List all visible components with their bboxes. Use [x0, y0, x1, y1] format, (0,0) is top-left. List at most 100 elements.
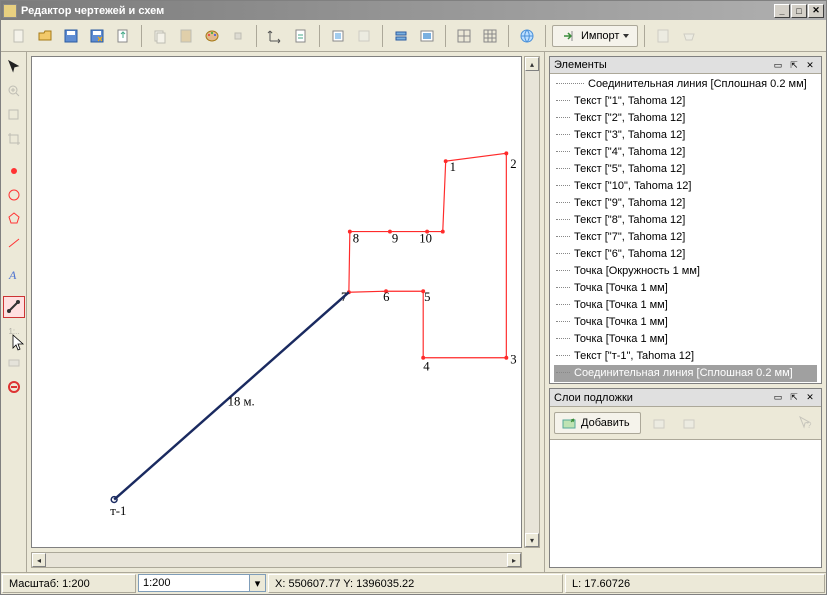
layers-doc-icon[interactable] — [289, 24, 313, 48]
tree-indent — [556, 236, 570, 237]
tree-row-label: Соединительная линия [Сплошная 0.2 мм] — [574, 366, 793, 381]
node-label-2: 2 — [510, 157, 516, 171]
tree-row[interactable]: Точка [Точка 1 мм] — [554, 297, 817, 314]
move-icon[interactable] — [226, 24, 250, 48]
measure-tool[interactable] — [3, 296, 25, 318]
node-label-6: 6 — [383, 290, 389, 304]
crop-tool[interactable] — [3, 128, 25, 150]
align2-icon[interactable] — [415, 24, 439, 48]
tree-row[interactable]: Точка [Точка 1 мм] — [554, 331, 817, 348]
panel-window-icon[interactable]: ▭ — [771, 391, 785, 405]
tree-indent — [556, 151, 570, 152]
tree-indent — [556, 168, 570, 169]
layer-help-icon[interactable]: ? — [793, 411, 817, 435]
tree-row[interactable]: Текст ["1", Tahoma 12] — [554, 93, 817, 110]
grid1-icon[interactable] — [452, 24, 476, 48]
tree-row[interactable]: Соединительная линия [Сплошная 0.2 мм] — [554, 76, 817, 93]
layers-panel-title: Слои подложки — [554, 392, 633, 404]
maximize-button[interactable]: □ — [791, 4, 807, 18]
layer-action2-icon[interactable] — [677, 411, 701, 435]
tree-row-label: Текст ["10", Tahoma 12] — [574, 179, 691, 194]
horizontal-scrollbar[interactable]: ◂ ▸ — [31, 552, 522, 568]
tree-indent — [556, 287, 570, 288]
elements-panel: Элементы ▭ ⇱ ✕ Соединительная линия [Спл… — [549, 56, 822, 384]
tree-row[interactable]: Текст ["18 м.", Tahoma 12] — [554, 382, 817, 383]
circle-tool[interactable] — [3, 184, 25, 206]
layers-list[interactable] — [550, 440, 821, 567]
save-as-icon[interactable] — [85, 24, 109, 48]
scale-input[interactable] — [139, 577, 249, 589]
scale-combo[interactable]: ▾ — [138, 574, 266, 592]
tree-row[interactable]: Точка [Окружность 1 мм] — [554, 263, 817, 280]
doc-b-icon[interactable] — [677, 24, 701, 48]
new-icon[interactable] — [7, 24, 31, 48]
add-layer-button[interactable]: Добавить — [554, 412, 641, 434]
tree-row[interactable]: Текст ["10", Tahoma 12] — [554, 178, 817, 195]
layers-tool[interactable] — [3, 352, 25, 374]
node-label-9: 9 — [392, 231, 398, 245]
export-icon[interactable] — [111, 24, 135, 48]
elements-tree[interactable]: Соединительная линия [Сплошная 0.2 мм]Те… — [550, 74, 821, 383]
palette-icon[interactable] — [200, 24, 224, 48]
zoom-in-tool[interactable] — [3, 80, 25, 102]
align1-icon[interactable] — [389, 24, 413, 48]
scroll-right-icon[interactable]: ▸ — [507, 553, 521, 567]
open-icon[interactable] — [33, 24, 57, 48]
tree-row[interactable]: Соединительная линия [Сплошная 0.2 мм] — [554, 365, 817, 382]
scroll-left-icon[interactable]: ◂ — [32, 553, 46, 567]
panel-window-icon[interactable]: ▭ — [771, 58, 785, 72]
close-button[interactable]: ✕ — [808, 4, 824, 18]
import-button[interactable]: Импорт — [552, 25, 638, 47]
text-tool[interactable]: A — [3, 264, 25, 286]
tree-row[interactable]: Текст ["2", Tahoma 12] — [554, 110, 817, 127]
tree-row-label: Точка [Точка 1 мм] — [574, 281, 668, 296]
zoom-out-tool[interactable] — [3, 104, 25, 126]
pointer-tool[interactable] — [3, 56, 25, 78]
node-label-10: 10 — [419, 231, 432, 245]
grid2-icon[interactable] — [478, 24, 502, 48]
cancel-tool[interactable] — [3, 376, 25, 398]
scroll-down-icon[interactable]: ▾ — [525, 533, 539, 547]
plus-icon — [561, 415, 577, 431]
tree-row[interactable]: Текст ["3", Tahoma 12] — [554, 127, 817, 144]
canvas-svg: 1 2 3 4 5 6 7 8 9 10 — [32, 57, 521, 547]
tree-row[interactable]: Точка [Точка 1 мм] — [554, 314, 817, 331]
tree-indent — [556, 117, 570, 118]
polygon-tool[interactable] — [3, 208, 25, 230]
point-tool[interactable] — [3, 160, 25, 182]
tree-row[interactable]: Текст ["8", Tahoma 12] — [554, 212, 817, 229]
list-icon[interactable] — [326, 24, 350, 48]
panel-pin-icon[interactable]: ⇱ — [787, 391, 801, 405]
vertical-scrollbar[interactable]: ▴ ▾ — [524, 56, 540, 548]
elements-panel-title: Элементы — [554, 59, 607, 71]
tree-row[interactable]: Точка [Точка 1 мм] — [554, 280, 817, 297]
axes-icon[interactable] — [263, 24, 287, 48]
svg-text:?: ? — [807, 421, 812, 430]
tree-row[interactable]: Текст ["4", Tahoma 12] — [554, 144, 817, 161]
save-icon[interactable] — [59, 24, 83, 48]
paste-icon[interactable] — [174, 24, 198, 48]
scale-tool[interactable]: 1:.. — [3, 320, 25, 342]
tree-indent — [556, 100, 570, 101]
drawing-canvas[interactable]: 1 2 3 4 5 6 7 8 9 10 — [31, 56, 522, 548]
minimize-button[interactable]: _ — [774, 4, 790, 18]
layer-action1-icon[interactable] — [647, 411, 671, 435]
tree-row[interactable]: Текст ["9", Tahoma 12] — [554, 195, 817, 212]
globe-icon[interactable] — [515, 24, 539, 48]
tree-row[interactable]: Текст ["5", Tahoma 12] — [554, 161, 817, 178]
scroll-up-icon[interactable]: ▴ — [525, 57, 539, 71]
tree-row[interactable]: Текст ["6", Tahoma 12] — [554, 246, 817, 263]
copy-icon[interactable] — [148, 24, 172, 48]
tree-indent — [556, 185, 570, 186]
tree-indent — [556, 134, 570, 135]
tree-row[interactable]: Текст ["7", Tahoma 12] — [554, 229, 817, 246]
panel-pin-icon[interactable]: ⇱ — [787, 58, 801, 72]
line-tool[interactable] — [3, 232, 25, 254]
chevron-down-icon[interactable]: ▾ — [249, 575, 265, 591]
tree-row[interactable]: Текст ["т-1", Tahoma 12] — [554, 348, 817, 365]
tree-row-label: Текст ["т-1", Tahoma 12] — [574, 349, 694, 364]
doc-a-icon[interactable] — [651, 24, 675, 48]
panel-close-icon[interactable]: ✕ — [803, 391, 817, 405]
panel-close-icon[interactable]: ✕ — [803, 58, 817, 72]
list2-icon[interactable] — [352, 24, 376, 48]
